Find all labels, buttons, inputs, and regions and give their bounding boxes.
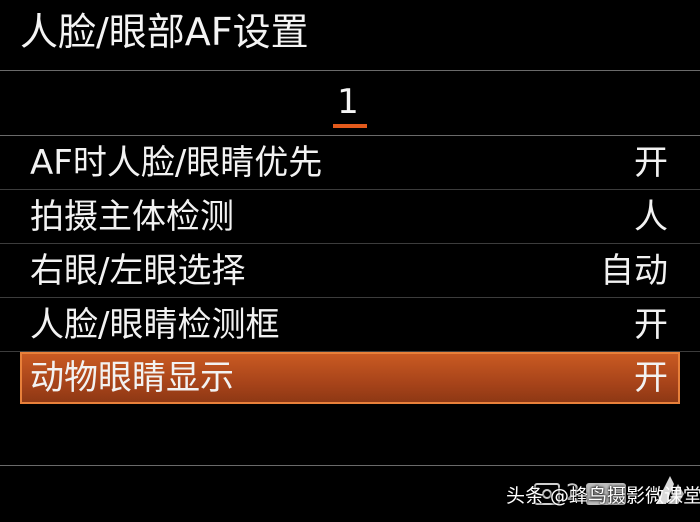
- watermark-logo-icon: [656, 476, 684, 504]
- menu-item-label: 动物眼睛显示: [30, 358, 234, 398]
- menu-item-right-left-eye-select[interactable]: 右眼/左眼选择 自动: [0, 244, 700, 298]
- menu-item-af-face-eye-priority[interactable]: AF时人脸/眼睛优先 开: [0, 136, 700, 190]
- menu-list: AF时人脸/眼睛优先 开 拍摄主体检测 人 右眼/左眼选择 自动 人脸/眼睛检测…: [0, 136, 700, 404]
- page-tab-underline: [333, 124, 367, 128]
- menu-item-label: AF时人脸/眼睛优先: [30, 143, 323, 183]
- menu-item-value: 人: [634, 197, 668, 237]
- header-divider: [0, 70, 700, 71]
- menu-item-label: 人脸/眼睛检测框: [30, 305, 280, 345]
- menu-item-animal-eye-display[interactable]: 动物眼睛显示 开: [20, 352, 680, 404]
- menu-item-face-eye-frame-display[interactable]: 人脸/眼睛检测框 开: [0, 298, 700, 352]
- menu-item-value: 开: [634, 305, 668, 345]
- footer-divider: [0, 465, 700, 466]
- page-tab-1[interactable]: 1: [320, 80, 376, 124]
- menu-item-label: 拍摄主体检测: [30, 197, 234, 237]
- menu-item-value: 开: [634, 143, 668, 183]
- menu-item-subject-detection[interactable]: 拍摄主体检测 人: [0, 190, 700, 244]
- menu-item-label: 右眼/左眼选择: [30, 251, 246, 291]
- menu-item-value: 开: [634, 358, 668, 398]
- menu-item-value: 自动: [600, 251, 668, 291]
- page-title: 人脸/眼部AF设置: [20, 10, 309, 54]
